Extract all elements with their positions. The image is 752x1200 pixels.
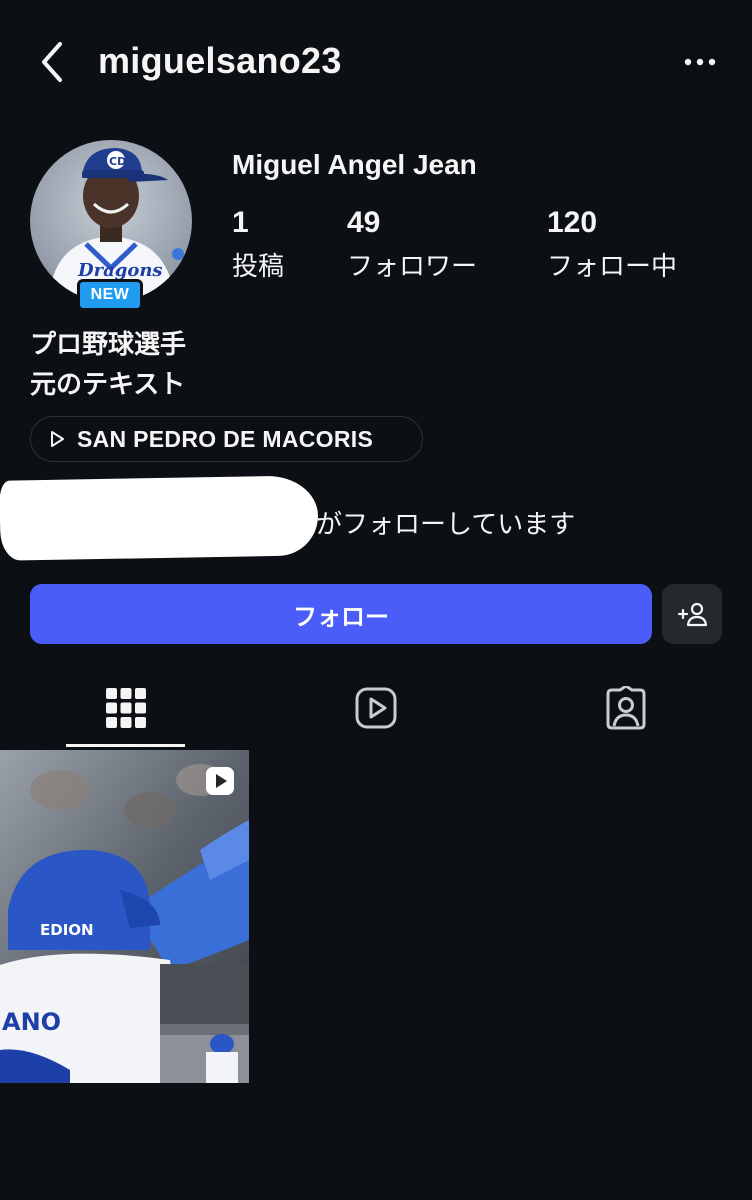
posts-label[interactable]: 投稿 bbox=[232, 246, 284, 283]
new-badge: NEW bbox=[77, 279, 143, 311]
suggest-accounts-button[interactable] bbox=[662, 584, 722, 644]
followed-by-text[interactable]: がフォローしています bbox=[316, 504, 575, 541]
posts-count[interactable]: 1 bbox=[232, 206, 249, 240]
following-count[interactable]: 120 bbox=[547, 206, 597, 240]
jersey-name-text: ANO bbox=[2, 1008, 61, 1036]
add-person-icon bbox=[677, 602, 708, 627]
bio-line-2: 元のテキスト bbox=[30, 369, 186, 399]
profile-username: miguelsano23 bbox=[98, 40, 342, 81]
post-thumbnail[interactable]: EDION ANO bbox=[0, 750, 249, 1083]
reel-indicator-icon bbox=[206, 767, 234, 795]
avatar-photo: Dragons CD bbox=[48, 148, 184, 302]
location-chip[interactable]: SAN PEDRO DE MACORIS bbox=[30, 416, 423, 462]
more-options-icon[interactable] bbox=[678, 50, 722, 74]
play-outline-icon bbox=[51, 431, 64, 447]
bio-line-1: プロ野球選手 bbox=[30, 329, 187, 359]
post-photo: EDION ANO bbox=[0, 750, 249, 1083]
back-chevron-icon[interactable] bbox=[36, 40, 72, 84]
svg-text:CD: CD bbox=[109, 155, 126, 168]
redacted-mutual-followers bbox=[0, 475, 319, 561]
svg-text:Dragons: Dragons bbox=[77, 260, 163, 281]
selected-tab-indicator bbox=[66, 744, 185, 747]
location-text: SAN PEDRO DE MACORIS bbox=[77, 425, 374, 452]
tagged-tab-icon[interactable] bbox=[604, 686, 648, 730]
follow-button[interactable]: フォロー bbox=[30, 584, 652, 644]
followers-count[interactable]: 49 bbox=[347, 206, 380, 240]
helmet-logo-text: EDION bbox=[40, 921, 94, 939]
reels-tab-icon[interactable] bbox=[354, 686, 398, 730]
following-label[interactable]: フォロー中 bbox=[547, 246, 677, 283]
display-name: Miguel Angel Jean bbox=[232, 149, 477, 180]
grid-tab-icon[interactable] bbox=[104, 686, 148, 730]
profile-avatar[interactable]: Dragons CD bbox=[30, 140, 192, 302]
followers-label[interactable]: フォロワー bbox=[347, 246, 477, 283]
